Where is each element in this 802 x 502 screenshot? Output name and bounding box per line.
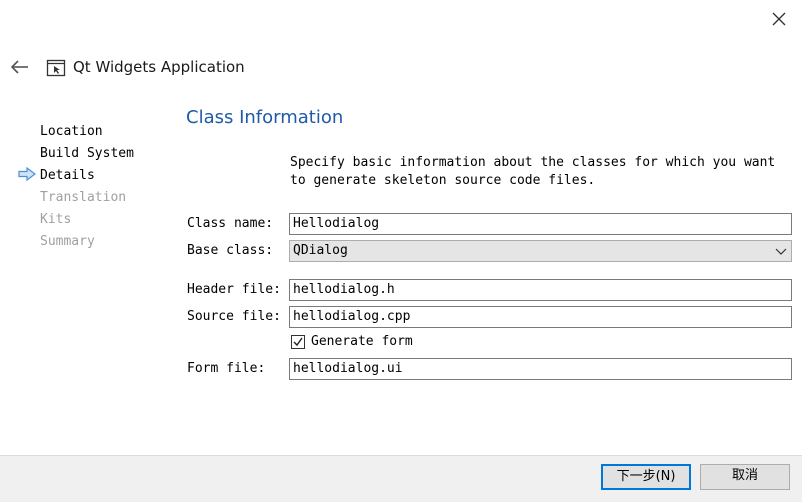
base-class-select[interactable]: QDialog xyxy=(289,240,792,262)
step-summary: Summary xyxy=(40,234,95,249)
qt-widgets-app-icon xyxy=(46,59,66,77)
current-step-arrow-icon xyxy=(18,166,36,182)
form-file-label: Form file: xyxy=(187,361,266,376)
header-file-label: Header file: xyxy=(187,282,281,297)
wizard-title: Qt Widgets Application xyxy=(73,58,245,76)
wizard-steps: Location Build System Details Translatio… xyxy=(40,121,134,253)
section-title: Class Information xyxy=(186,107,344,128)
source-file-input[interactable]: hellodialog.cpp xyxy=(289,306,792,328)
generate-form-label[interactable]: Generate form xyxy=(311,331,413,353)
cancel-button[interactable]: 取消 xyxy=(700,464,790,490)
step-translation: Translation xyxy=(40,190,127,205)
chevron-down-icon xyxy=(775,248,787,255)
step-build-system: Build System xyxy=(40,146,134,161)
base-class-label: Base class: xyxy=(187,243,274,258)
form-file-input[interactable]: hellodialog.ui xyxy=(289,358,792,380)
class-name-input[interactable]: Hellodialog xyxy=(289,213,792,235)
description-text: Specify basic information about the clas… xyxy=(290,155,776,188)
back-arrow-icon xyxy=(10,60,28,74)
step-details: Details xyxy=(40,168,95,183)
source-file-label: Source file: xyxy=(187,309,281,324)
step-kits: Kits xyxy=(40,212,72,227)
back-button[interactable] xyxy=(8,57,32,77)
next-button[interactable]: 下一步(N) xyxy=(601,464,691,490)
close-icon xyxy=(772,12,786,26)
generate-form-checkbox[interactable] xyxy=(291,335,305,349)
class-name-label: Class name: xyxy=(187,216,274,231)
checkmark-icon xyxy=(293,337,303,347)
base-class-value: QDialog xyxy=(293,243,348,258)
close-button[interactable] xyxy=(768,8,790,30)
step-location: Location xyxy=(40,124,103,139)
header-file-input[interactable]: hellodialog.h xyxy=(289,279,792,301)
